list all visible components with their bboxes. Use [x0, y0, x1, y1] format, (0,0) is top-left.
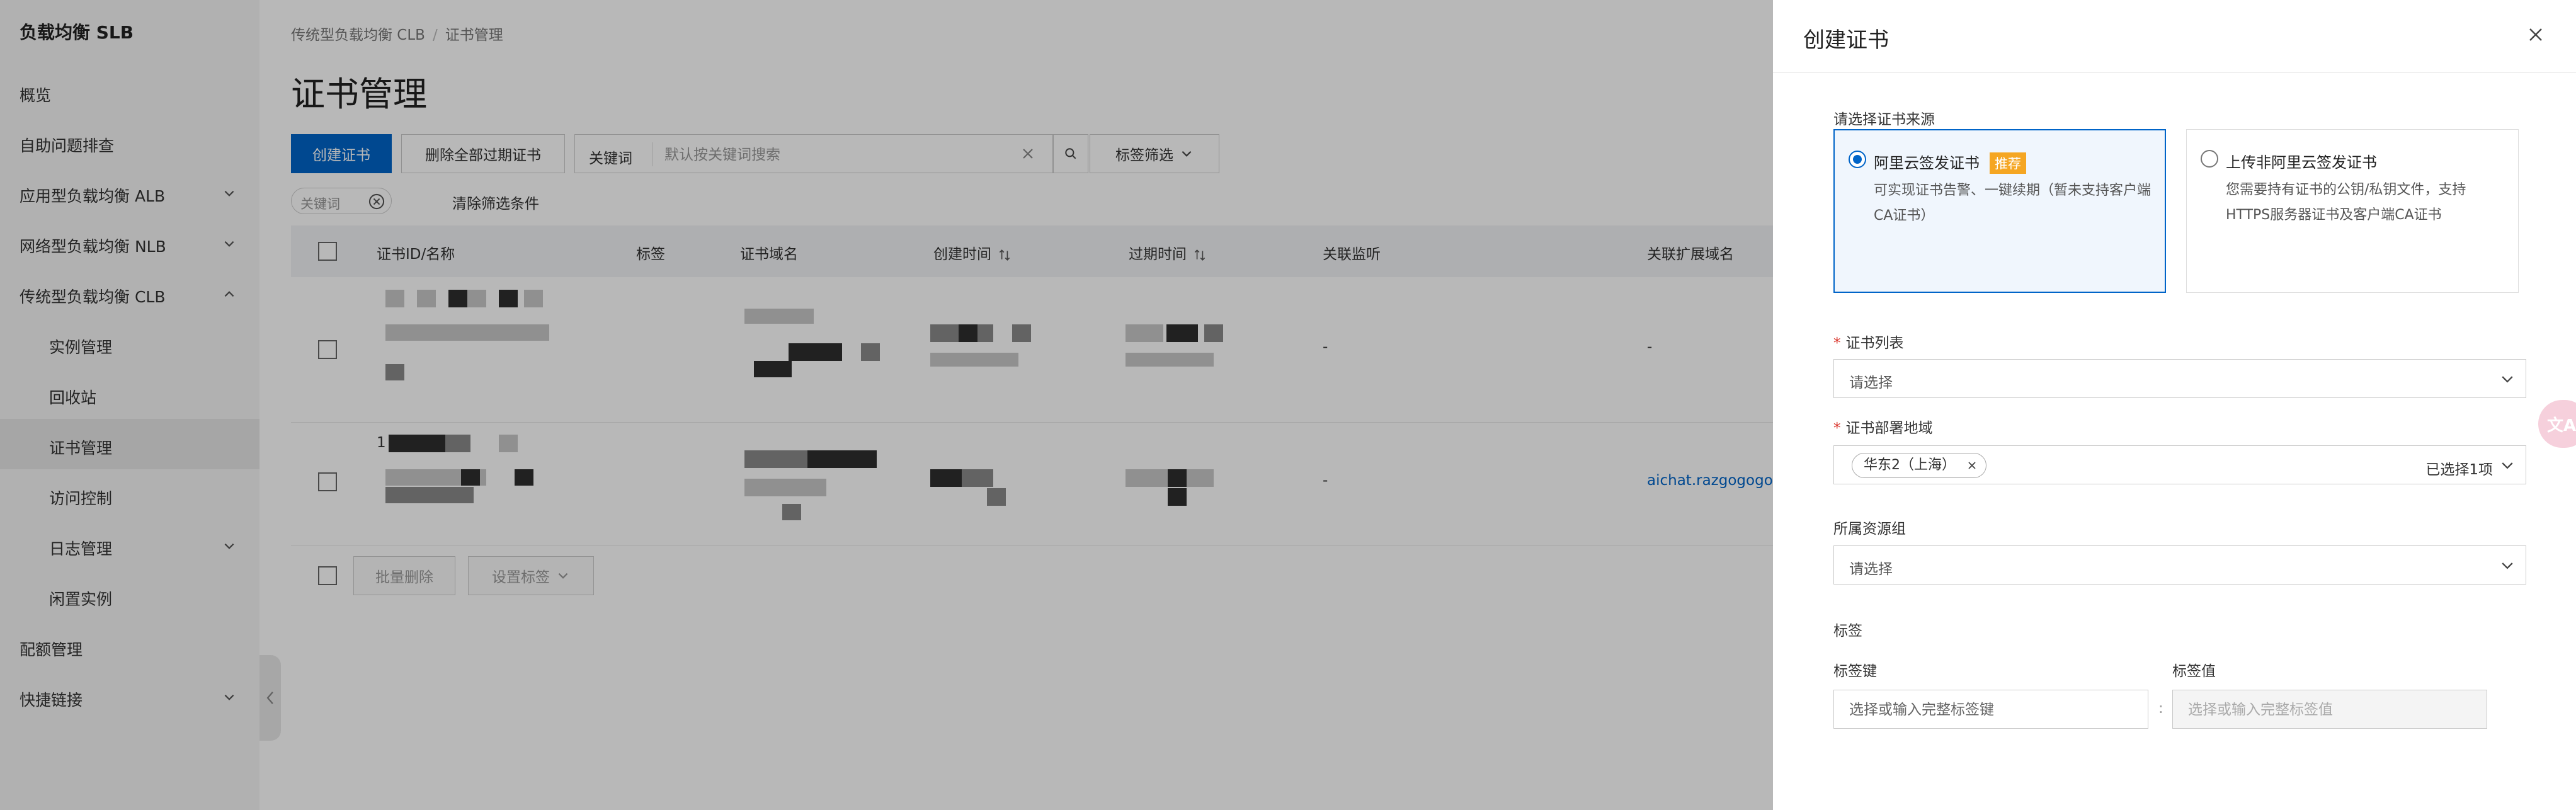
tag-value-label: 标签值	[2172, 663, 2216, 680]
source-option-title: 上传非阿里云签发证书	[2226, 154, 2377, 171]
divider	[1773, 72, 2576, 73]
region-select[interactable]: 华东2（上海） 已选择1项	[1833, 445, 2526, 484]
source-option-upload[interactable]: 上传非阿里云签发证书 您需要持有证书的公钥/私钥文件，支持HTTPS服务器证书及…	[2186, 129, 2519, 293]
cert-list-select[interactable]: 请选择	[1833, 359, 2526, 398]
chevron-down-icon	[2502, 562, 2513, 569]
tag-value-input[interactable]	[2172, 690, 2487, 729]
close-icon[interactable]	[2526, 25, 2545, 44]
radio-button[interactable]	[2201, 150, 2218, 168]
create-certificate-drawer: 创建证书 请选择证书来源 阿里云签发证书 推荐 可实现证书告警、一键续期（暂未支持…	[1773, 0, 2576, 810]
region-label-text: 证书部署地域	[1845, 420, 1933, 436]
resource-group-label: 所属资源组	[1833, 521, 1906, 537]
cert-list-label: * 证书列表	[1833, 331, 1904, 352]
source-option-description: 您需要持有证书的公钥/私钥文件，支持HTTPS服务器证书及客户端CA证书	[2226, 182, 2466, 223]
tag-separator: :	[2158, 700, 2163, 717]
source-label: 请选择证书来源	[1833, 111, 1935, 128]
translate-icon: 文A	[2547, 416, 2576, 435]
source-option-title: 阿里云签发证书 推荐	[1874, 151, 2026, 174]
required-mark: *	[1833, 335, 1841, 351]
radio-button-selected[interactable]	[1849, 151, 1866, 168]
recommended-badge: 推荐	[1990, 152, 2026, 174]
source-option-description: 可实现证书告警、一键续期（暂未支持客户端CA证书）	[1874, 183, 2151, 224]
tag-key-label: 标签键	[1833, 663, 1877, 680]
source-option-title-text: 阿里云签发证书	[1874, 154, 1980, 172]
region-tag-text: 华东2（上海）	[1864, 457, 1956, 473]
resource-group-select[interactable]: 请选择	[1833, 545, 2526, 585]
cert-list-label-text: 证书列表	[1845, 335, 1904, 351]
select-placeholder: 请选择	[1849, 375, 1893, 391]
region-label: * 证书部署地域	[1833, 416, 1933, 437]
region-selected-count: 已选择1项	[2425, 462, 2493, 478]
source-option-aliyun[interactable]: 阿里云签发证书 推荐 可实现证书告警、一键续期（暂未支持客户端CA证书）	[1833, 129, 2166, 293]
tag-key-input[interactable]	[1833, 690, 2148, 729]
close-icon[interactable]	[1966, 459, 1978, 472]
modal-overlay[interactable]	[0, 0, 1773, 810]
chevron-down-icon	[2502, 462, 2513, 469]
required-mark: *	[1833, 420, 1841, 436]
region-tag: 华东2（上海）	[1852, 453, 1986, 478]
select-placeholder: 请选择	[1849, 561, 1893, 578]
chevron-down-icon	[2502, 376, 2513, 383]
drawer-title: 创建证书	[1803, 28, 1889, 53]
tags-label: 标签	[1833, 623, 1862, 639]
